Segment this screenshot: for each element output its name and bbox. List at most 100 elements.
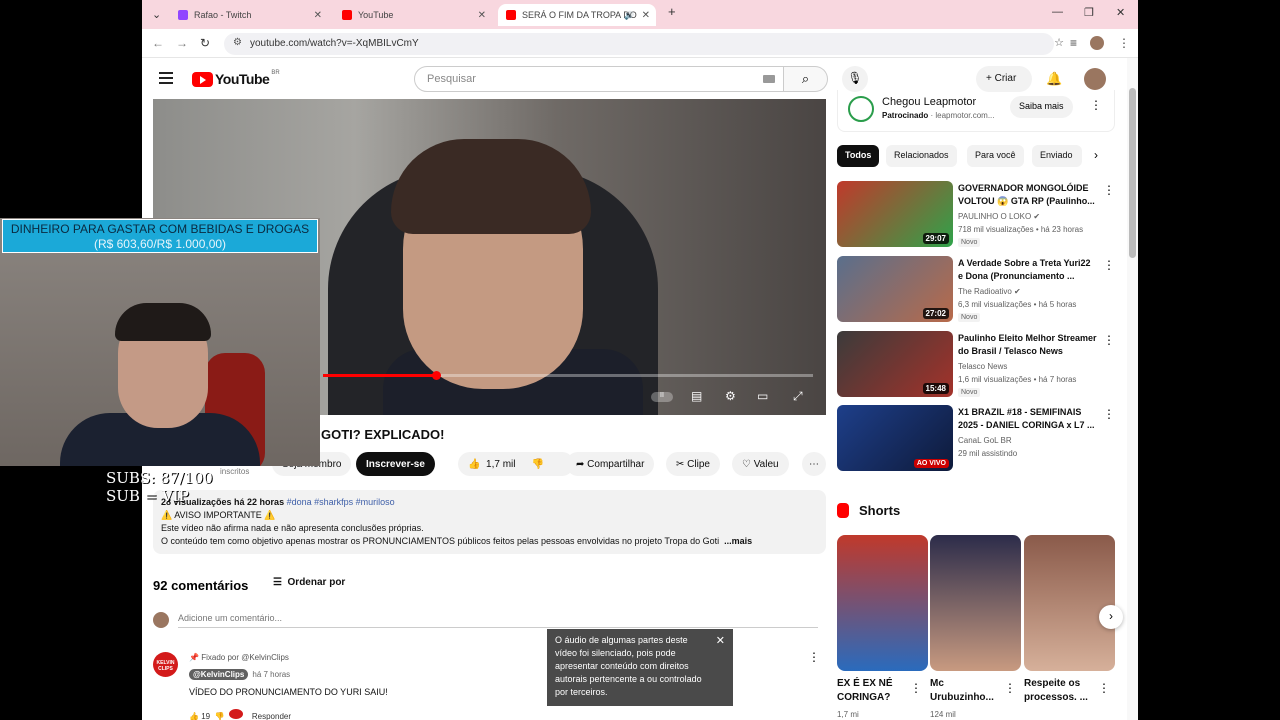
more-actions-button[interactable]: ⋯ (802, 452, 826, 476)
like-icon[interactable]: 👍 (468, 459, 480, 470)
video-thumbnail[interactable]: 15:48 (837, 331, 953, 397)
webcam-overlay: DINHEIRO PARA GASTAR COM BEBIDAS E DROGA… (0, 218, 320, 466)
autoplay-toggle[interactable]: II (651, 392, 673, 402)
commenter-avatar[interactable]: KELVIN CLIPS (153, 652, 178, 677)
media-icon[interactable]: ≡ (1070, 36, 1077, 50)
tab-twitch[interactable]: Rafao - Twitch ✕ (170, 4, 328, 26)
hamburger-menu-icon[interactable] (159, 72, 173, 87)
page-scrollbar[interactable] (1127, 58, 1138, 720)
create-button[interactable]: + Criar (976, 66, 1032, 92)
dislike-icon[interactable]: 👎 (531, 459, 543, 470)
progress-scrubber[interactable] (431, 371, 441, 380)
close-icon[interactable]: ✕ (642, 10, 650, 21)
short-title[interactable]: Mc Urubuzinho... (930, 677, 1010, 705)
fullscreen-icon[interactable]: ⤢ (793, 389, 803, 404)
video-thumbnail[interactable]: 29:07 (837, 181, 953, 247)
site-info-icon[interactable]: ⚙ (233, 37, 242, 48)
url-field[interactable]: ⚙ youtube.com/watch?v=-XqMBILvCmY ☆ (224, 33, 1064, 55)
short-title[interactable]: Respeite os processos. ... (1024, 677, 1104, 705)
related-title: Paulinho Eleito Melhor Streamer do Brasi… (958, 333, 1097, 356)
learn-more-button[interactable]: Saiba mais (1010, 96, 1073, 118)
related-video[interactable]: AO VIVO X1 BRAZIL #18 - SEMIFINAIS 2025 … (837, 405, 1117, 471)
profile-avatar[interactable] (1090, 36, 1104, 50)
forward-icon[interactable]: → (176, 36, 188, 50)
related-channel[interactable]: PAULINHO O LOKO ✔ (958, 212, 1040, 221)
theater-mode-icon[interactable]: ▭ (757, 389, 768, 403)
close-icon[interactable]: ✕ (478, 10, 486, 21)
tab-youtube[interactable]: YouTube ✕ (334, 4, 492, 26)
sort-button[interactable]: ☰ Ordenar por (273, 577, 345, 588)
search-button[interactable]: ⌕ (784, 66, 828, 92)
close-window-icon[interactable]: ✕ (1116, 6, 1125, 19)
video-thumbnail[interactable]: AO VIVO (837, 405, 953, 471)
speaker-icon[interactable]: 🔊 (624, 11, 634, 20)
related-video[interactable]: 15:48 Paulinho Eleito Melhor Streamer do… (837, 331, 1117, 397)
maximize-icon[interactable]: ❐ (1084, 6, 1094, 19)
comment-author-row: @KelvinClips há 7 horas (189, 669, 290, 680)
comment-time[interactable]: há 7 horas (252, 670, 290, 679)
subtitles-icon[interactable]: ▤ (691, 389, 702, 403)
related-stats: 718 mil visualizações • há 23 horas (958, 225, 1084, 234)
ad-menu-icon[interactable]: ⋮ (1090, 98, 1102, 112)
related-channel[interactable]: The Radioativo ✔ (958, 287, 1021, 296)
description-box[interactable]: 28 visualizações há 22 horas #dona #shar… (153, 490, 826, 554)
progress-bar[interactable] (323, 371, 813, 380)
like-icon[interactable]: 👍 (189, 712, 199, 720)
chip-uploaded[interactable]: Enviado (1032, 145, 1082, 167)
sponsored-ad[interactable]: Chegou Leapmotor Patrocinado · leapmotor… (837, 90, 1115, 132)
video-menu-icon[interactable]: ⋮ (1103, 183, 1115, 197)
hashtags[interactable]: #dona #sharkfps #muriloso (287, 497, 395, 507)
related-video[interactable]: 27:02 A Verdade Sobre a Treta Yuri22 e D… (837, 256, 1117, 322)
tab-search-icon[interactable]: ⌄ (152, 8, 161, 21)
menu-icon[interactable]: ⋮ (1118, 36, 1130, 50)
mic-icon[interactable]: 🎙 (842, 66, 868, 92)
add-comment-input[interactable]: Adicione um comentário... (178, 613, 818, 628)
chip-for-you[interactable]: Para você (967, 145, 1024, 167)
video-thumbnail[interactable]: 27:02 (837, 256, 953, 322)
close-icon[interactable]: ✕ (314, 10, 322, 21)
video-menu-icon[interactable]: ⋮ (1103, 258, 1115, 272)
show-more-link[interactable]: ...mais (724, 536, 752, 546)
short-title[interactable]: EX É EX NÉ CORINGA? (837, 677, 917, 705)
subscribe-button[interactable]: Inscrever-se (356, 452, 435, 476)
chevron-right-icon[interactable]: › (1099, 605, 1123, 629)
youtube-logo[interactable]: YouTube BR (192, 70, 280, 87)
short-thumbnail[interactable] (930, 535, 1021, 671)
dislike-icon[interactable]: 👎 (215, 712, 225, 720)
close-icon[interactable]: ✕ (716, 635, 725, 648)
share-button[interactable]: ➦ Compartilhar (566, 452, 655, 476)
comment-menu-icon[interactable]: ⋮ (808, 650, 820, 664)
youtube-icon (342, 10, 352, 20)
minimize-icon[interactable]: — (1052, 6, 1063, 18)
related-video[interactable]: 29:07 GOVERNADOR MONGOLÓIDE VOLTOU 😱 GTA… (837, 181, 1117, 247)
account-avatar[interactable] (1084, 68, 1106, 90)
scrollbar-thumb[interactable] (1129, 88, 1136, 258)
short-thumbnail[interactable] (837, 535, 928, 671)
related-channel[interactable]: CanaL GoL BR (958, 436, 1012, 445)
keyboard-icon[interactable] (763, 75, 775, 83)
short-menu-icon[interactable]: ⋮ (1098, 681, 1110, 695)
create-label: Criar (994, 73, 1017, 84)
chip-all[interactable]: Todos (837, 145, 880, 167)
short-menu-icon[interactable]: ⋮ (1004, 681, 1016, 695)
reply-button[interactable]: Responder (252, 712, 291, 720)
related-stats: 6,3 mil visualizações • há 5 horas (958, 300, 1077, 309)
settings-icon[interactable]: ⚙ (725, 389, 736, 403)
related-channel[interactable]: Telasco News (958, 362, 1007, 371)
short-thumbnail[interactable] (1024, 535, 1115, 671)
clip-button[interactable]: ✂ Clipe (666, 452, 720, 476)
reload-icon[interactable]: ↻ (200, 36, 210, 50)
comment-author[interactable]: @KelvinClips (189, 669, 249, 680)
chip-related[interactable]: Relacionados (886, 145, 957, 167)
video-menu-icon[interactable]: ⋮ (1103, 407, 1115, 421)
tab-video[interactable]: SERÁ O FIM DA TROPA DO 🔊 ✕ (498, 4, 656, 26)
bell-icon[interactable]: 🔔 (1046, 71, 1062, 87)
thanks-button[interactable]: ♡ Valeu (732, 452, 789, 476)
bookmark-star-icon[interactable]: ☆ (1054, 36, 1064, 49)
back-icon[interactable]: ← (152, 36, 164, 50)
short-menu-icon[interactable]: ⋮ (910, 681, 922, 695)
search-input[interactable]: Pesquisar (414, 66, 784, 92)
chevron-right-icon[interactable]: › (1094, 148, 1098, 162)
new-tab-icon[interactable]: + (668, 4, 676, 19)
video-menu-icon[interactable]: ⋮ (1103, 333, 1115, 347)
